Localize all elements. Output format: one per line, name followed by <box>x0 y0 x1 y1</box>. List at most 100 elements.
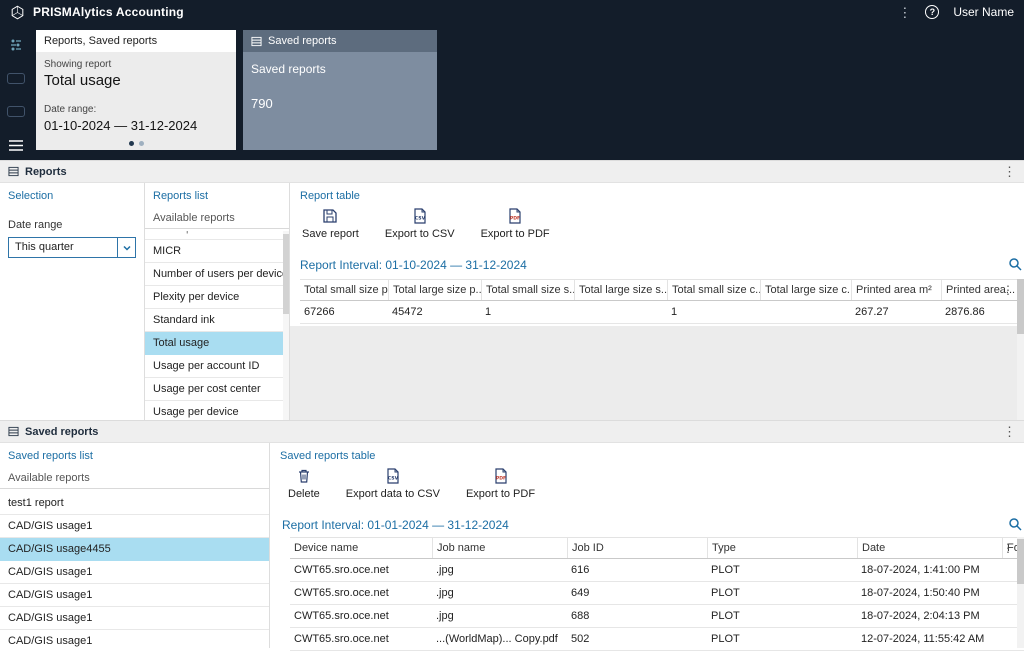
list-item[interactable]: Plexity per device <box>145 286 289 309</box>
report-table-empty-area <box>290 326 1024 420</box>
table-cell: 649 <box>571 587 590 599</box>
list-item[interactable]: test1 report <box>0 492 269 515</box>
export-data-csv-button[interactable]: CSV Export data to CSV <box>340 464 446 504</box>
saved-interval-row: Report Interval: 01-01-2024 — 31-12-2024 <box>282 516 1024 536</box>
table-cell: 1 <box>671 306 678 318</box>
card-header: Reports, Saved reports <box>36 30 236 52</box>
list-item[interactable]: MICR <box>145 240 289 263</box>
list-item[interactable]: CAD/GIS usage1 <box>0 607 269 630</box>
export-data-csv-label: Export data to CSV <box>345 488 440 500</box>
table-cell: .jpg <box>436 564 454 576</box>
date-range-select[interactable]: This quarter <box>8 237 136 258</box>
report-interval-link[interactable]: Report Interval: 01-10-2024 — 31-12-2024 <box>300 258 527 272</box>
list-item[interactable]: Usage per cost center <box>145 378 289 401</box>
table-cell: 18-07-2024, 2:04:13 PM <box>861 610 980 622</box>
reports-overview-card[interactable]: Reports, Saved reports Showing report To… <box>36 30 236 150</box>
column-header[interactable]: Total large size c... <box>760 280 851 300</box>
card-header-label: Saved reports <box>268 35 337 47</box>
carousel-dot-active[interactable] <box>128 141 134 146</box>
save-icon <box>322 208 338 224</box>
table-row[interactable]: CWT65.sro.oce.net .jpg 649 PLOT 18-07-2024, … <box>290 582 1024 605</box>
column-header[interactable]: Device name <box>290 538 432 558</box>
scrollbar-thumb[interactable] <box>1017 279 1024 334</box>
table-cell: PLOT <box>711 587 740 599</box>
trash-icon <box>296 468 312 484</box>
date-range-field-label: Date range <box>8 219 63 231</box>
saved-reports-table-panel: Saved reports table Delete CSV Export da… <box>270 443 1024 651</box>
overflow-menu-icon[interactable]: ⋮ <box>898 6 911 19</box>
scrollbar-thumb[interactable] <box>283 234 289 314</box>
app-logo-icon <box>10 5 25 20</box>
table-row[interactable]: CWT65.sro.oce.net .jpg 616 PLOT 18-07-2024, … <box>290 559 1024 582</box>
delete-button[interactable]: Delete <box>282 464 326 504</box>
list-item[interactable]: CAD/GIS usage1 <box>0 630 269 648</box>
column-header[interactable]: Total small size p... <box>300 280 388 300</box>
saved-reports-table: Device name Job name Job ID Type Date Fo CWT6… <box>290 537 1024 651</box>
list-item[interactable]: CAD/GIS usage1 <box>0 515 269 538</box>
list-item[interactable]: Usage per account ID <box>145 355 289 378</box>
list-item[interactable]: Media print mode <box>145 231 289 240</box>
table-cell: CWT65.sro.oce.net <box>294 564 389 576</box>
saved-reports-section-title: Saved reports <box>25 425 99 438</box>
export-pdf-button[interactable]: PDF Export to PDF <box>460 464 541 504</box>
section-menu-icon[interactable]: ⋮ <box>1003 425 1016 438</box>
table-cell: 18-07-2024, 1:50:40 PM <box>861 587 980 599</box>
column-header[interactable]: Printed area m² <box>851 280 941 300</box>
list-item[interactable]: Standard ink <box>145 309 289 332</box>
table-row[interactable]: 67266 45472 1 1 267.27 2876.86 <box>300 301 1024 324</box>
saved-table-body: CWT65.sro.oce.net .jpg 616 PLOT 18-07-2024, … <box>290 559 1024 651</box>
export-pdf-button[interactable]: PDF Export to PDF <box>475 204 556 244</box>
export-pdf-label: Export to PDF <box>480 228 550 240</box>
section-menu-icon[interactable]: ⋮ <box>1003 165 1016 178</box>
column-header[interactable]: Total large size p... <box>388 280 481 300</box>
selection-title: Selection <box>8 190 54 202</box>
menu-icon[interactable] <box>8 139 24 152</box>
column-header[interactable]: Total small size c... <box>667 280 760 300</box>
dashboard-header: Reports, Saved reports Showing report To… <box>0 24 1024 160</box>
scrollbar-thumb[interactable] <box>1017 539 1024 584</box>
saved-report-interval-link[interactable]: Report Interval: 01-01-2024 — 31-12-2024 <box>282 518 509 532</box>
report-table-title: Report table <box>300 190 360 202</box>
reports-section-body: Selection Date range This quarter Report… <box>0 183 1024 420</box>
table-menu-icon[interactable]: ⋮ <box>1002 284 1014 296</box>
csv-file-icon: CSV <box>385 468 401 484</box>
reports-card-icon[interactable] <box>7 73 25 84</box>
table-cell: 2876.86 <box>945 306 985 318</box>
table-row[interactable]: CWT65.sro.oce.net .jpg 688 PLOT 18-07-2024, … <box>290 605 1024 628</box>
topbar: PRISMAlytics Accounting ⋮ ? User Name <box>0 0 1024 24</box>
search-icon[interactable] <box>1008 517 1022 531</box>
saved-reports-list: test1 report CAD/GIS usage1 CAD/GIS usage4… <box>0 492 269 648</box>
column-header[interactable]: Type <box>707 538 857 558</box>
table-cell: ...(WorldMap)... Copy.pdf <box>436 633 558 645</box>
carousel-dot[interactable] <box>138 141 144 146</box>
column-header[interactable]: Total large size s... <box>574 280 667 300</box>
export-csv-button[interactable]: CSV Export to CSV <box>379 204 461 244</box>
saved-card-icon[interactable] <box>7 106 25 117</box>
report-table-toolbar: Save report CSV Export to CSV PDF Export… <box>296 204 570 244</box>
help-icon[interactable]: ? <box>925 5 940 19</box>
list-item[interactable]: CAD/GIS usage1 <box>0 584 269 607</box>
saved-reports-list-panel: Saved reports list Available reports tes… <box>0 443 270 648</box>
list-item[interactable]: CAD/GIS usage4455 <box>0 538 269 561</box>
view-options-icon[interactable] <box>9 38 23 52</box>
app-title: PRISMAlytics Accounting <box>33 5 184 19</box>
report-table: Total small size p... Total large size p.… <box>290 279 1024 420</box>
date-range-label: Date range: <box>44 104 97 115</box>
column-header[interactable]: Date <box>857 538 1002 558</box>
save-report-button[interactable]: Save report <box>296 204 365 244</box>
export-csv-label: Export to CSV <box>384 228 455 240</box>
column-header[interactable]: Total small size s... <box>481 280 574 300</box>
table-cell: PLOT <box>711 633 740 645</box>
report-table-panel: Report table Save report CSV Export to C… <box>290 183 1024 420</box>
user-name[interactable]: User Name <box>953 5 1014 19</box>
column-header[interactable]: Job name <box>432 538 567 558</box>
search-icon[interactable] <box>1008 257 1022 271</box>
list-item[interactable]: Number of users per device <box>145 263 289 286</box>
list-item[interactable]: Total usage <box>145 332 289 355</box>
list-item[interactable]: Usage per device <box>145 401 289 420</box>
column-header[interactable]: Job ID <box>567 538 707 558</box>
table-cell: .jpg <box>436 610 454 622</box>
saved-reports-card[interactable]: Saved reports Saved reports 790 <box>243 30 437 150</box>
table-menu-icon[interactable]: ⋮ <box>1002 542 1014 554</box>
list-item[interactable]: CAD/GIS usage1 <box>0 561 269 584</box>
